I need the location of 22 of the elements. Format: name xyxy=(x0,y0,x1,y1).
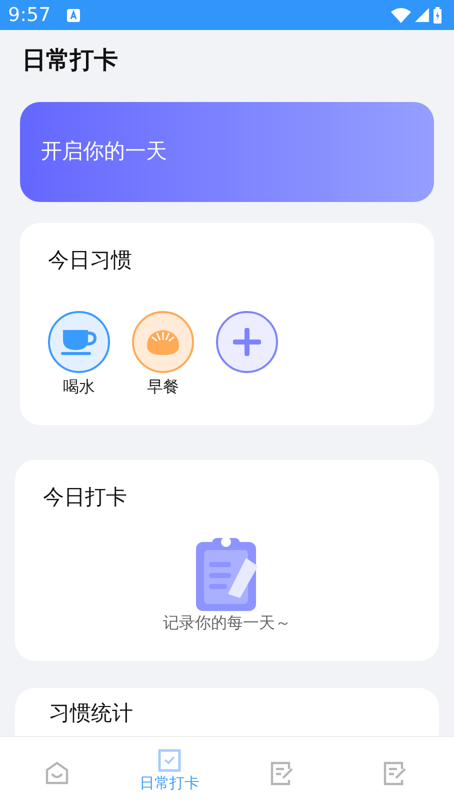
nav-tab[interactable]: 日常打卡 xyxy=(113,737,226,794)
card-title: 习惯统计 xyxy=(49,700,134,727)
banner-text: 开启你的一天 xyxy=(41,138,167,166)
habit-label: 早餐 xyxy=(147,376,179,398)
wifi-icon xyxy=(391,8,411,22)
status-time: 9:57 xyxy=(8,2,51,28)
checkbox-icon xyxy=(158,749,181,772)
notification-icon xyxy=(66,8,80,22)
cup-icon xyxy=(61,328,97,355)
empty-message: 记录你的每一天～ xyxy=(163,612,291,634)
add-icon xyxy=(233,328,261,356)
home-icon xyxy=(44,761,68,785)
card-title: 今日习惯 xyxy=(48,247,133,274)
edit-icon xyxy=(383,761,408,786)
battery-icon xyxy=(433,6,442,24)
edit-icon xyxy=(270,761,295,786)
page-title: 日常打卡 xyxy=(21,45,119,76)
card-title: 今日打卡 xyxy=(43,484,128,511)
bun-icon xyxy=(145,328,181,356)
signal-icon xyxy=(415,8,429,22)
habit-label: 喝水 xyxy=(63,376,95,398)
clipboard-icon xyxy=(196,536,258,610)
